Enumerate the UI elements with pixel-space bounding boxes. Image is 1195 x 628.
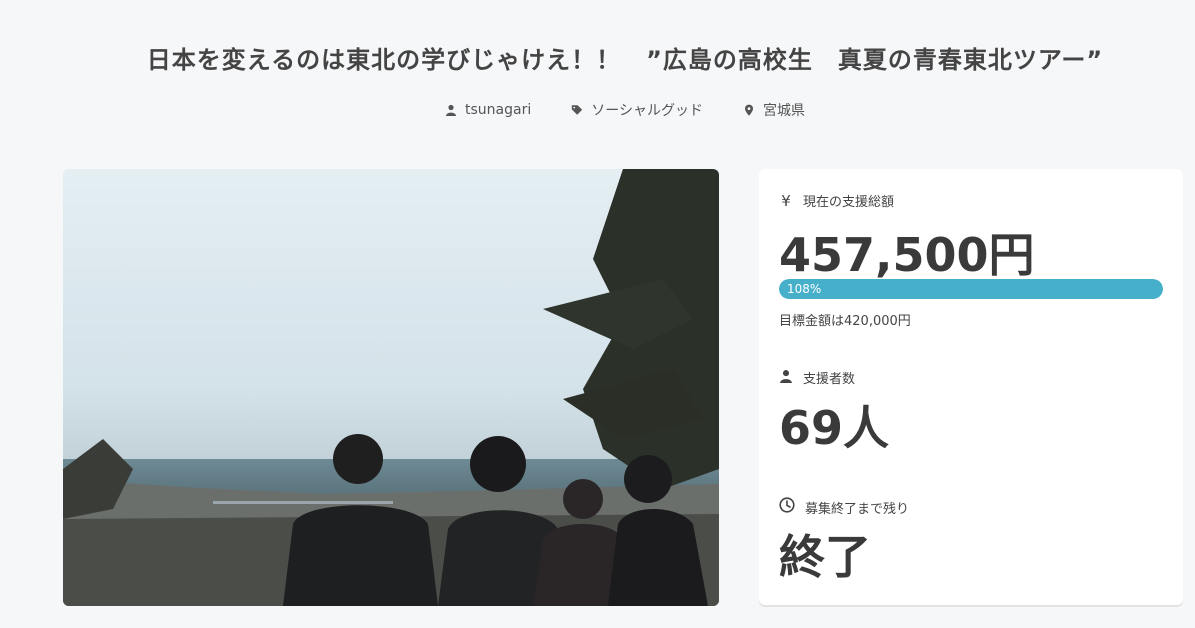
remaining-value: 終了 [779,530,871,584]
remaining-label: 募集終了まで残り [805,501,910,517]
amount-value: 457,500円 [779,228,1035,282]
amount-label: 現在の支援総額 [803,195,895,210]
progress-fill: 108% [779,279,1163,299]
tag-icon [571,104,583,116]
yen-icon: ¥ [781,191,791,210]
meta-category-label: ソーシャルグッド [591,103,703,119]
project-meta: tsunagari ソーシャルグッド 宮城県 [0,100,1195,120]
meta-location[interactable]: 宮城県 [743,100,805,120]
meta-owner[interactable]: tsunagari [445,100,531,120]
user-icon [445,104,457,116]
hero-photo [63,169,719,606]
project-hero-image [63,169,719,606]
page-title: 日本を変えるのは東北の学びじゃけえ！！ ”広島の高校生 真夏の青春東北ツアー” [146,46,1104,74]
meta-location-label: 宮城県 [762,103,805,119]
meta-owner-label: tsunagari [465,102,532,118]
location-pin-icon [743,104,755,116]
progress-bar: 108% [779,279,1163,299]
user-icon [779,369,793,387]
goal-text: 目標金額は420,000円 [779,314,911,329]
supporters-label-row: 支援者数 [779,368,855,387]
supporters-label: 支援者数 [803,372,856,387]
meta-category[interactable]: ソーシャルグッド [571,100,703,120]
clock-icon [779,497,795,517]
remaining-label-row: 募集終了まで残り [779,497,909,517]
supporters-value: 69人 [779,401,890,455]
amount-label-row: ¥ 現在の支援総額 [779,191,895,211]
funding-stats-card: ¥ 現在の支援総額 457,500円 108% 目標金額は420,000円 支援… [759,169,1183,605]
